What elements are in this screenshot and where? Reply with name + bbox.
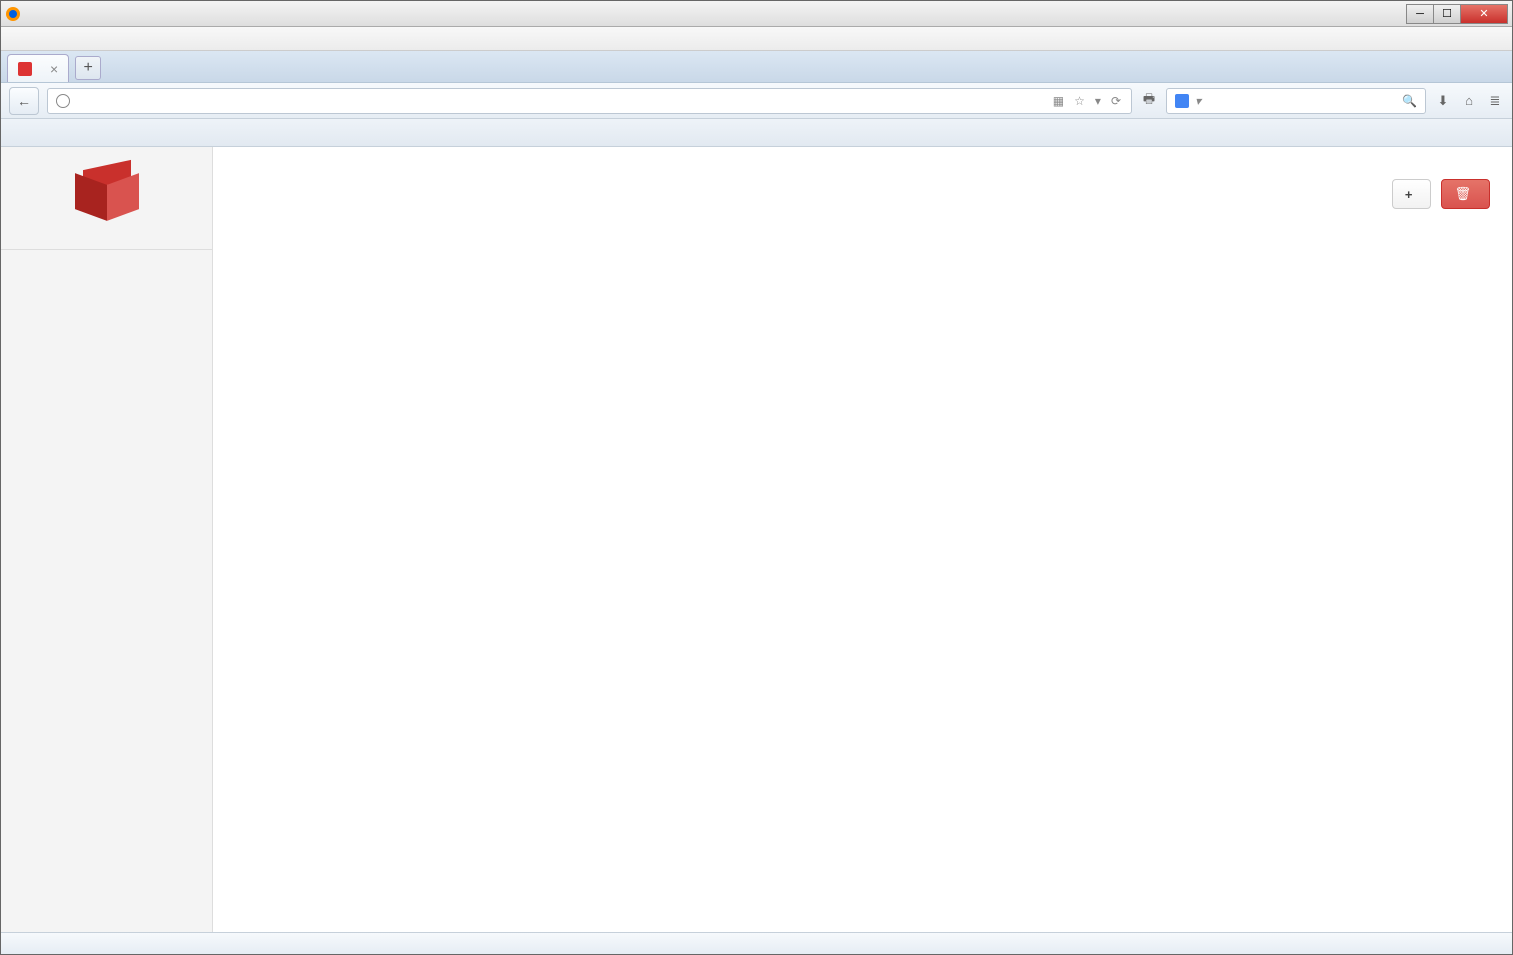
new-tab-button[interactable]: + (75, 56, 101, 80)
browser-tab[interactable]: × (7, 54, 69, 82)
home-icon[interactable]: ⌂ (1460, 92, 1478, 110)
firefox-icon (5, 6, 21, 22)
globe-icon (56, 94, 70, 108)
launch-instance-button[interactable]: + (1392, 179, 1432, 209)
reload-icon[interactable]: ⟳ (1109, 94, 1123, 108)
search-dropdown-icon[interactable]: ▾ (1195, 94, 1201, 108)
minimize-button[interactable]: ─ (1406, 4, 1434, 24)
downloads-icon[interactable]: ⬇ (1434, 92, 1452, 110)
firefox-window: ─ ☐ ✕ × + ← ▦ ☆ ▾ ⟳ 🖶 ▾ 🔍 (0, 0, 1513, 955)
tab-favicon (18, 62, 32, 76)
sidebar (1, 147, 213, 932)
plus-icon: + (1405, 187, 1413, 202)
google-icon (1175, 94, 1189, 108)
close-button[interactable]: ✕ (1460, 4, 1508, 24)
search-bar[interactable]: ▾ 🔍 (1166, 88, 1426, 114)
main-panel: + 🗑 (213, 147, 1512, 932)
bookmark-star-icon[interactable]: ☆ (1072, 94, 1087, 108)
tabstrip: × + (1, 51, 1512, 83)
tab-close-icon[interactable]: × (50, 62, 58, 76)
trash-icon: 🗑 (1454, 186, 1471, 202)
table-footer (235, 221, 1490, 241)
dropdown-arrow-icon[interactable]: ▾ (1093, 94, 1103, 108)
window-controls: ─ ☐ ✕ (1407, 4, 1508, 24)
panel-header: + 🗑 (235, 179, 1490, 209)
menu-icon[interactable]: ≣ (1486, 92, 1504, 110)
bookmarks-bar (1, 119, 1512, 147)
nav-toolbar: ← ▦ ☆ ▾ ⟳ 🖶 ▾ 🔍 ⬇ ⌂ ≣ (1, 83, 1512, 119)
project-label (1, 250, 212, 266)
openstack-logo-icon (75, 165, 139, 219)
maximize-button[interactable]: ☐ (1433, 4, 1461, 24)
url-bar[interactable]: ▦ ☆ ▾ ⟳ (47, 88, 1132, 114)
reader-mode-icon[interactable]: ▦ (1051, 94, 1066, 108)
print-icon[interactable]: 🖶 (1140, 92, 1158, 110)
menubar (1, 27, 1512, 51)
status-bar (1, 932, 1512, 954)
terminate-instances-button[interactable]: 🗑 (1441, 179, 1490, 209)
window-titlebar[interactable]: ─ ☐ ✕ (1, 1, 1512, 27)
search-icon[interactable]: 🔍 (1402, 94, 1417, 108)
page-content: + 🗑 (1, 147, 1512, 932)
logo-area (1, 147, 212, 239)
back-button[interactable]: ← (9, 87, 39, 115)
project-name[interactable] (1, 266, 212, 276)
